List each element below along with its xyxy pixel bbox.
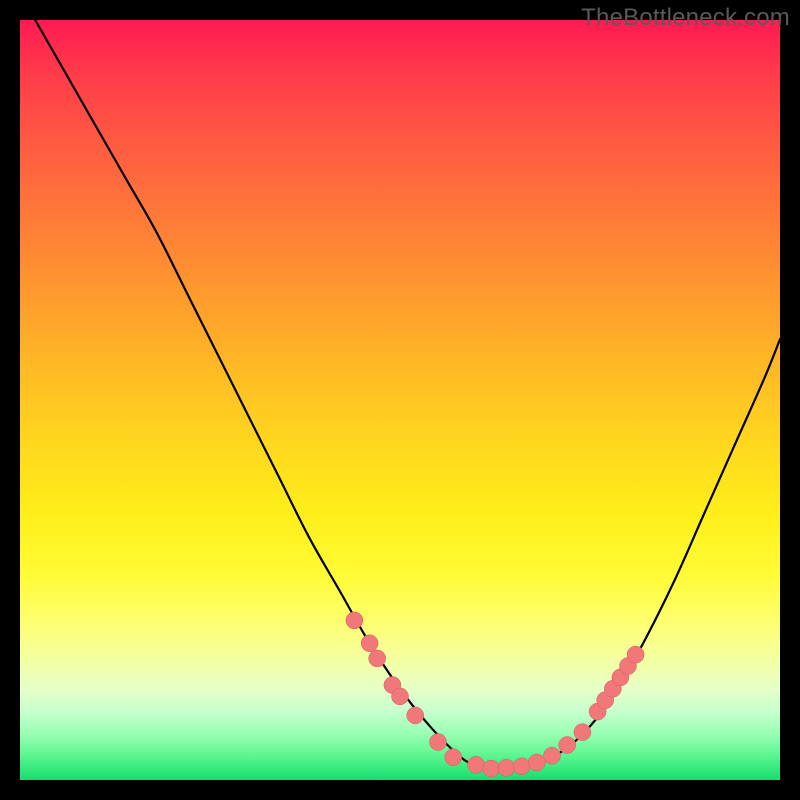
- data-marker: [346, 612, 363, 629]
- data-marker: [483, 760, 500, 777]
- data-marker: [559, 737, 576, 754]
- data-marker: [369, 650, 386, 667]
- plot-area: [20, 20, 780, 780]
- data-marker: [361, 635, 378, 652]
- data-marker: [468, 756, 485, 773]
- data-marker: [513, 758, 530, 775]
- data-marker: [445, 749, 462, 766]
- bottleneck-curve: [35, 20, 780, 769]
- data-marker: [430, 734, 447, 751]
- data-marker: [544, 747, 561, 764]
- watermark-text: TheBottleneck.com: [581, 4, 790, 32]
- data-marker: [528, 754, 545, 771]
- data-marker: [407, 707, 424, 724]
- data-marker: [574, 724, 591, 741]
- chart-frame: TheBottleneck.com: [0, 0, 800, 800]
- data-marker: [498, 759, 515, 776]
- marker-group: [346, 612, 644, 777]
- data-marker: [627, 646, 644, 663]
- chart-svg: [20, 20, 780, 780]
- data-marker: [392, 688, 409, 705]
